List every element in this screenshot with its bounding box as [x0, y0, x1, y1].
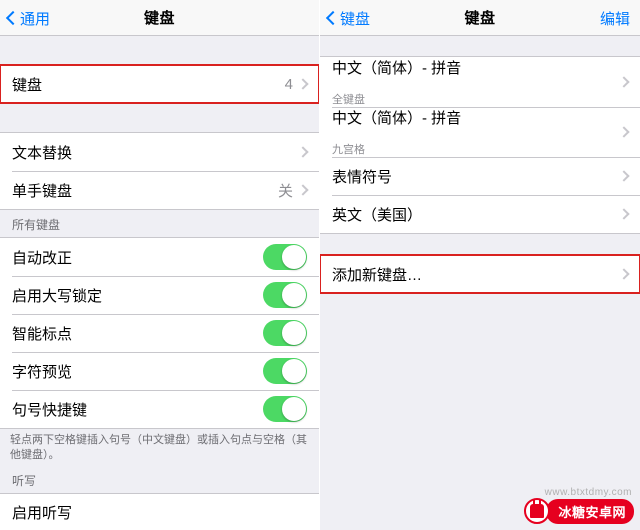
row-label: 自动改正: [12, 247, 263, 268]
section-header-dictation: 听写: [0, 466, 319, 493]
row-label: 字符预览: [12, 361, 263, 382]
caps-lock-row[interactable]: 启用大写锁定: [0, 276, 319, 314]
keyboards-list-pane: 键盘 键盘 编辑 中文（简体）- 拼音 全键盘 中文（简体）- 拼音 九宫格 表…: [320, 0, 640, 530]
character-preview-row[interactable]: 字符预览: [0, 352, 319, 390]
keyboard-item-english-us[interactable]: 英文（美国）: [320, 195, 640, 233]
auto-correct-row[interactable]: 自动改正: [0, 238, 319, 276]
row-label: 中文（简体）- 拼音: [332, 57, 461, 90]
back-button-keyboard[interactable]: 键盘: [324, 0, 370, 36]
row-value: 关: [278, 180, 293, 201]
chevron-left-icon: [326, 11, 340, 25]
toggle-switch[interactable]: [263, 320, 307, 346]
row-value: 4: [285, 76, 293, 93]
chevron-right-icon: [297, 184, 308, 195]
toggle-switch[interactable]: [263, 282, 307, 308]
row-label: 单手键盘: [12, 180, 278, 201]
row-label: 添加新键盘…: [332, 264, 620, 285]
chevron-right-icon: [618, 76, 629, 87]
smart-punctuation-row[interactable]: 智能标点: [0, 314, 319, 352]
settings-keyboard-pane: 通用 键盘 键盘 4 文本替换 单手键盘 关 所有键盘: [0, 0, 320, 530]
back-label: 键盘: [340, 8, 370, 29]
enable-dictation-row[interactable]: 启用听写: [0, 494, 319, 530]
chevron-right-icon: [618, 170, 629, 181]
navbar-left: 通用 键盘: [0, 0, 319, 36]
section-header-all-keyboards: 所有键盘: [0, 210, 319, 237]
navbar-right: 键盘 键盘 编辑: [320, 0, 640, 36]
row-sublabel: 九宫格: [332, 141, 365, 157]
keyboard-item-pinyin-full[interactable]: 中文（简体）- 拼音 全键盘: [320, 57, 640, 107]
row-sublabel: 全键盘: [332, 91, 365, 107]
chevron-right-icon: [297, 146, 308, 157]
watermark: 冰糖安卓网: [524, 498, 634, 524]
one-handed-keyboard-row[interactable]: 单手键盘 关: [0, 171, 319, 209]
chevron-right-icon: [618, 268, 629, 279]
page-title-right: 键盘: [464, 7, 495, 28]
toggle-switch[interactable]: [263, 358, 307, 384]
watermark-url: www.btxtdmy.com: [545, 487, 632, 498]
back-label: 通用: [20, 8, 50, 29]
row-label: 表情符号: [332, 166, 620, 187]
row-label: 英文（美国）: [332, 204, 620, 225]
row-label: 句号快捷键: [12, 399, 263, 420]
period-shortcut-row[interactable]: 句号快捷键: [0, 390, 319, 428]
footer-note: 轻点两下空格键插入句号（中文键盘）或插入句点与空格（其他键盘）。: [0, 429, 319, 466]
row-label: 智能标点: [12, 323, 263, 344]
keyboard-item-emoji[interactable]: 表情符号: [320, 157, 640, 195]
page-title-left: 键盘: [144, 7, 175, 28]
edit-button[interactable]: 编辑: [600, 0, 630, 36]
chevron-left-icon: [6, 11, 20, 25]
android-icon: [524, 498, 550, 524]
chevron-right-icon: [297, 78, 308, 89]
chevron-right-icon: [618, 208, 629, 219]
row-label: 键盘: [12, 74, 285, 95]
watermark-text: 冰糖安卓网: [546, 499, 634, 524]
toggle-switch[interactable]: [263, 244, 307, 270]
row-label: 文本替换: [12, 142, 299, 163]
keyboards-count-row[interactable]: 键盘 4: [0, 65, 319, 103]
back-button-general[interactable]: 通用: [4, 0, 50, 36]
row-label: 中文（简体）- 拼音: [332, 107, 461, 140]
add-new-keyboard-row[interactable]: 添加新键盘…: [320, 255, 640, 293]
text-replacement-row[interactable]: 文本替换: [0, 133, 319, 171]
row-label: 启用听写: [12, 502, 307, 523]
toggle-switch[interactable]: [263, 396, 307, 422]
chevron-right-icon: [618, 126, 629, 137]
keyboard-item-pinyin-9key[interactable]: 中文（简体）- 拼音 九宫格: [320, 107, 640, 157]
row-label: 启用大写锁定: [12, 285, 263, 306]
